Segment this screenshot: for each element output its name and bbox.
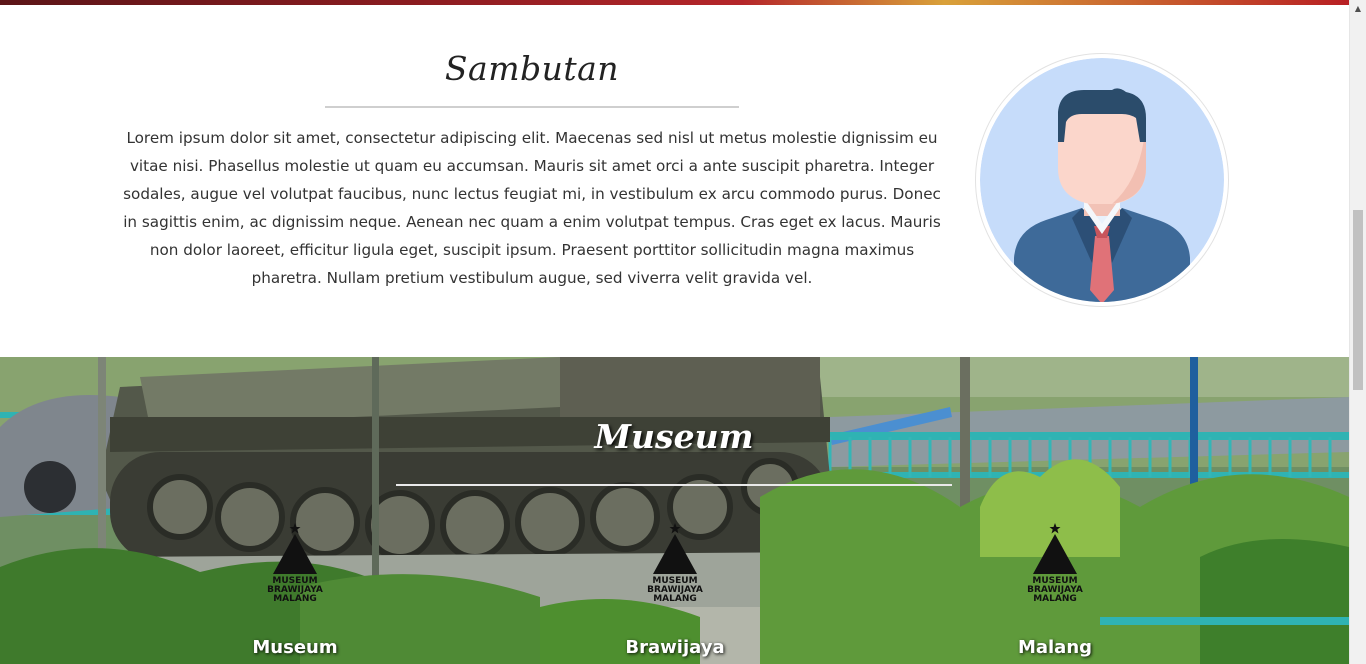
museum-brawijaya-logo-icon: MUSEUM BRAWIJAYA MALANG — [647, 523, 703, 604]
museum-card-label[interactable]: Museum — [225, 637, 365, 658]
museum-card-brawijaya[interactable]: MUSEUM BRAWIJAYA MALANG Brawijaya — [605, 520, 745, 658]
logo-line-3: MALANG — [653, 594, 697, 604]
museum-card-label[interactable]: Malang — [985, 637, 1125, 658]
museum-card-malang[interactable]: MUSEUM BRAWIJAYA MALANG Malang — [985, 520, 1125, 658]
scroll-up-arrow-icon[interactable]: ▲ — [1350, 0, 1366, 17]
logo-line-3: MALANG — [1033, 594, 1077, 604]
museum-title: Museum — [594, 417, 754, 456]
museum-divider — [396, 484, 952, 486]
sambutan-divider — [325, 106, 739, 108]
logo-line-3: MALANG — [273, 594, 317, 604]
museum-brawijaya-logo-icon: MUSEUM BRAWIJAYA MALANG — [1027, 523, 1083, 604]
museum-card-museum[interactable]: MUSEUM BRAWIJAYA MALANG Museum — [225, 520, 365, 658]
businessman-avatar-icon — [980, 58, 1224, 302]
avatar — [975, 53, 1229, 307]
sambutan-section: Sambutan Lorem ipsum dolor sit amet, con… — [0, 5, 1349, 357]
sambutan-text: Lorem ipsum dolor sit amet, consectetur … — [123, 129, 941, 287]
scrollbar-thumb[interactable] — [1353, 210, 1363, 390]
sambutan-title: Sambutan — [444, 49, 620, 88]
vertical-scrollbar[interactable]: ▲ — [1349, 0, 1366, 664]
museum-section: Museum MUSEUM BRAWIJAYA MALANG Museum MU… — [0, 357, 1349, 664]
museum-card-label[interactable]: Brawijaya — [605, 637, 745, 658]
museum-brawijaya-logo-icon: MUSEUM BRAWIJAYA MALANG — [267, 523, 323, 604]
